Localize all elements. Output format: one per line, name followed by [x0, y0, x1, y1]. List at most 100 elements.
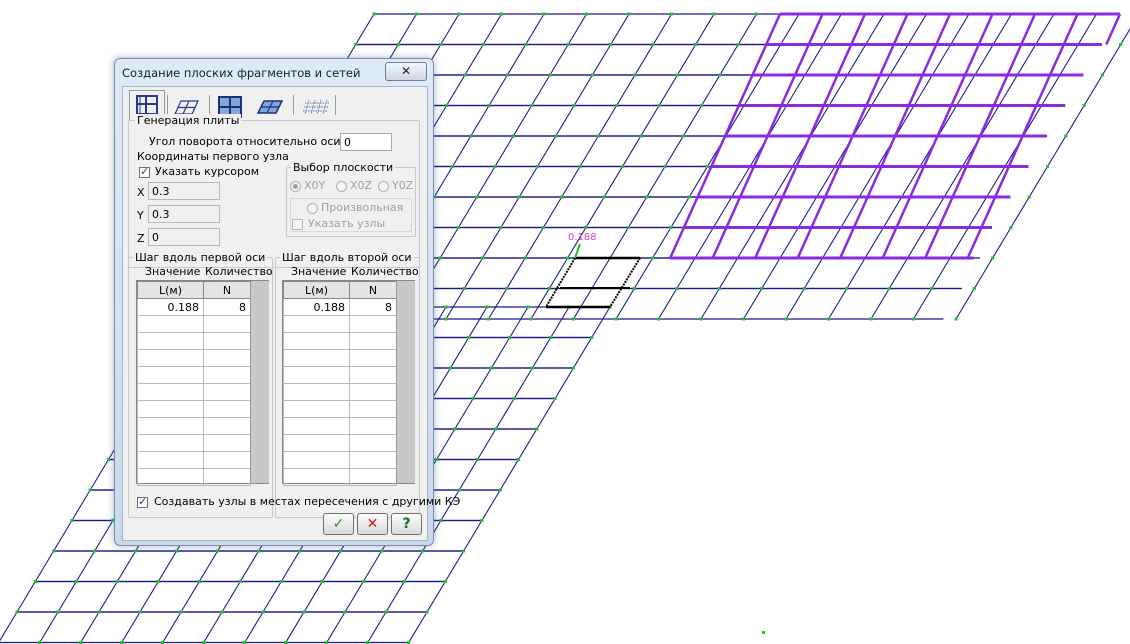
step-count-cell[interactable]: 8: [203, 298, 251, 316]
step-count-cell[interactable]: [349, 400, 397, 418]
x-coordinate-field[interactable]: 0.3: [148, 182, 220, 200]
mesh-column-line: [852, 105, 873, 137]
radio-x0y[interactable]: [290, 181, 301, 192]
table-row[interactable]: [283, 366, 397, 384]
step-count-cell[interactable]: [203, 434, 251, 452]
rotation-angle-input[interactable]: 0: [340, 133, 392, 151]
table-row[interactable]: [137, 349, 251, 367]
table-row[interactable]: 0.188 8: [283, 298, 397, 316]
radio-y0z[interactable]: [378, 181, 389, 192]
table-row[interactable]: [283, 383, 397, 401]
step-count-cell[interactable]: [203, 383, 251, 401]
plate-generation-title: Генерация плиты: [135, 114, 242, 127]
table-row[interactable]: [283, 315, 397, 333]
step-length-cell[interactable]: [137, 332, 204, 350]
tab-plate-skew-filled[interactable]: [251, 93, 285, 119]
step-length-cell[interactable]: [137, 434, 204, 452]
step-count-cell[interactable]: [349, 332, 397, 350]
z-coordinate-field[interactable]: 0: [148, 228, 220, 246]
mesh-column-line: [495, 398, 515, 430]
radio-arbitrary[interactable]: [307, 203, 318, 214]
selected-column-line: [924, 226, 941, 259]
step-length-cell[interactable]: [137, 468, 204, 486]
table-row[interactable]: [137, 417, 251, 435]
table-row[interactable]: [137, 383, 251, 401]
step-count-cell[interactable]: [349, 366, 397, 384]
mesh-node: [742, 317, 745, 321]
step-count-cell[interactable]: [203, 400, 251, 418]
table-row[interactable]: [137, 468, 251, 486]
table-row[interactable]: [137, 332, 251, 350]
step-count-cell[interactable]: [349, 383, 397, 401]
mesh-node: [584, 226, 588, 229]
close-button[interactable]: ✕: [385, 62, 427, 81]
step-count-cell[interactable]: [203, 349, 251, 367]
step-count-cell[interactable]: [349, 315, 397, 333]
step-count-cell[interactable]: [203, 468, 251, 486]
step-length-cell[interactable]: [137, 400, 204, 418]
specify-nodes-checkbox[interactable]: [292, 219, 303, 230]
table-row[interactable]: 0.188 8: [137, 298, 251, 316]
step-length-cell[interactable]: [137, 315, 204, 333]
help-button[interactable]: ?: [391, 513, 422, 535]
step-length-cell[interactable]: [283, 383, 350, 401]
step-count-cell[interactable]: [203, 451, 251, 469]
step-length-cell[interactable]: [283, 400, 350, 418]
table-row[interactable]: [283, 417, 397, 435]
table-row[interactable]: [137, 400, 251, 418]
step-length-cell[interactable]: [137, 349, 204, 367]
table-row[interactable]: [283, 400, 397, 418]
step-length-cell[interactable]: 0.188: [283, 298, 350, 316]
tab-hatched-grid[interactable]: [297, 93, 331, 119]
table-row[interactable]: [137, 315, 251, 333]
axis1-table-scrollbar[interactable]: [250, 281, 269, 483]
table-row[interactable]: [137, 451, 251, 469]
table-row[interactable]: [283, 332, 397, 350]
step-count-cell[interactable]: [349, 349, 397, 367]
step-length-cell[interactable]: [283, 468, 350, 486]
mesh-column-line: [1083, 74, 1103, 106]
step-length-cell[interactable]: [283, 451, 350, 469]
step-length-cell[interactable]: 0.188: [137, 298, 204, 316]
step-count-cell[interactable]: 8: [349, 298, 397, 316]
step-length-cell[interactable]: [283, 366, 350, 384]
axis2-table-scrollbar[interactable]: [396, 281, 415, 483]
mesh-node: [554, 134, 558, 138]
step-length-cell[interactable]: [283, 417, 350, 435]
cancel-button[interactable]: ✕: [357, 513, 388, 535]
axis2-step-table[interactable]: L(м) N 0.188 8: [282, 280, 415, 486]
table-row[interactable]: [283, 468, 397, 486]
step-count-cell[interactable]: [349, 417, 397, 435]
mesh-column-line: [280, 550, 301, 582]
axis1-step-table[interactable]: L(м) N 0.188 8: [136, 280, 269, 486]
step-length-cell[interactable]: [283, 315, 350, 333]
step-length-cell[interactable]: [137, 417, 204, 435]
step-length-cell[interactable]: [283, 332, 350, 350]
selected-column-line: [950, 74, 967, 107]
y-coordinate-field[interactable]: 0.3: [148, 205, 220, 223]
table-row[interactable]: [283, 434, 397, 452]
cursor-checkbox[interactable]: [139, 165, 150, 178]
create-nodes-checkbox[interactable]: [137, 495, 148, 508]
step-count-cell[interactable]: [203, 332, 251, 350]
step-count-cell[interactable]: [203, 366, 251, 384]
mesh-column-line: [616, 74, 636, 106]
step-count-cell[interactable]: [349, 434, 397, 452]
table-row[interactable]: [283, 349, 397, 367]
step-length-cell[interactable]: [137, 366, 204, 384]
step-length-cell[interactable]: [283, 434, 350, 452]
mesh-node: [115, 580, 119, 583]
radio-x0z[interactable]: [336, 181, 347, 192]
step-length-cell[interactable]: [137, 383, 204, 401]
step-count-cell[interactable]: [349, 468, 397, 486]
step-count-cell[interactable]: [203, 417, 251, 435]
table-row[interactable]: [283, 451, 397, 469]
ok-button[interactable]: ✓: [323, 513, 354, 535]
step-count-cell[interactable]: [349, 451, 397, 469]
step-count-cell[interactable]: [203, 315, 251, 333]
table-row[interactable]: [137, 366, 251, 384]
step-length-cell[interactable]: [137, 451, 204, 469]
step-length-cell[interactable]: [283, 349, 350, 367]
table-row[interactable]: [137, 434, 251, 452]
mesh-node: [56, 610, 60, 614]
